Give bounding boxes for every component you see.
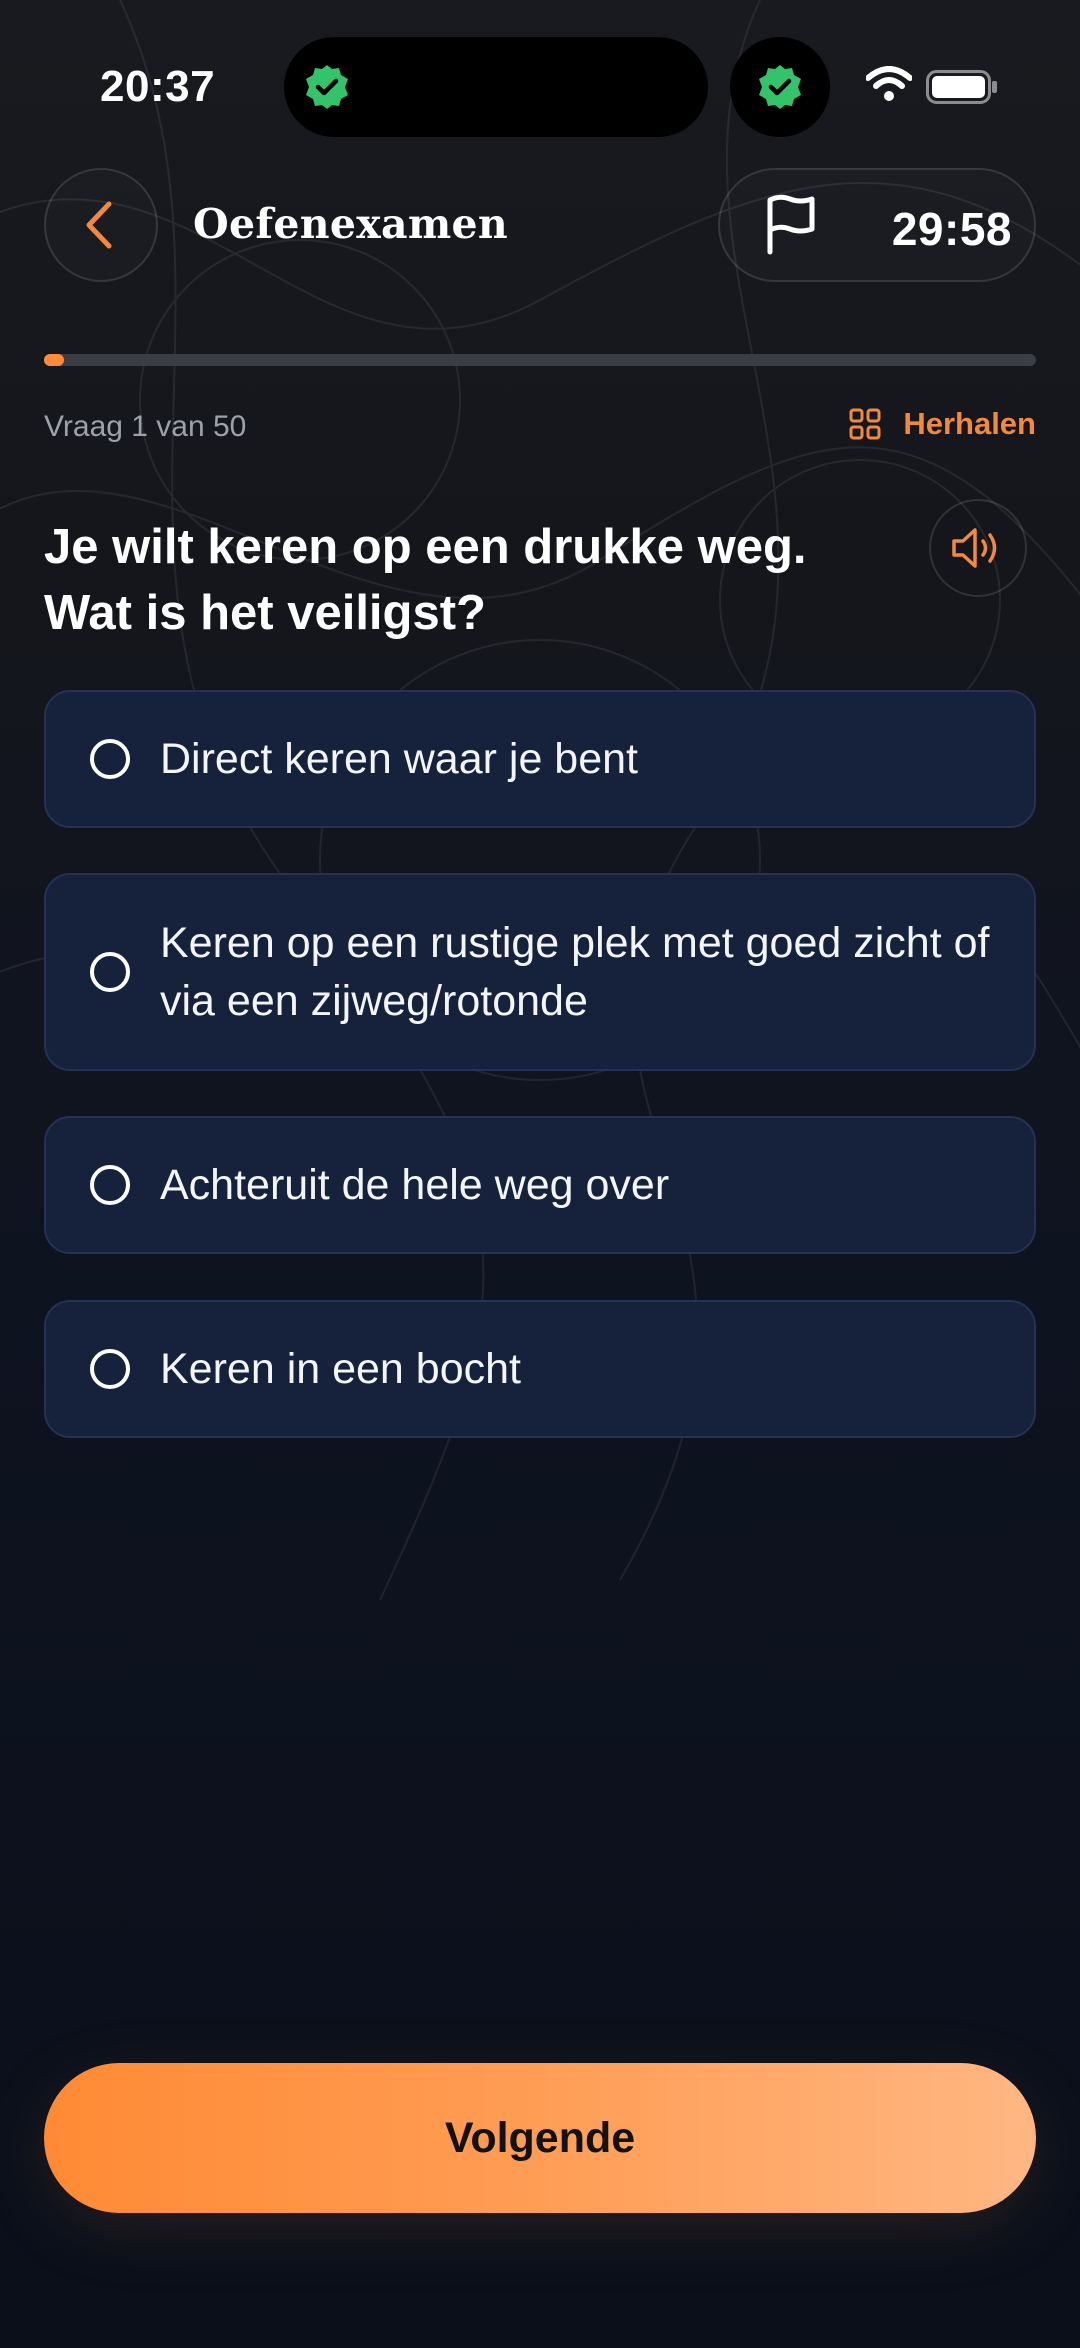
wifi-icon [866, 66, 912, 101]
radio-button[interactable] [90, 739, 130, 779]
flag-button[interactable] [758, 192, 824, 258]
answer-option[interactable]: Keren in een bocht [44, 1300, 1036, 1438]
radio-button[interactable] [90, 1349, 130, 1389]
exam-timer: 29:58 [891, 203, 1012, 255]
progress-bar [44, 354, 1036, 366]
question-text: Je wilt keren op een drukke weg. Wat is … [44, 520, 807, 640]
next-button[interactable]: Volgende [44, 2063, 1036, 2213]
battery-icon [926, 70, 997, 104]
radio-button[interactable] [90, 952, 130, 992]
repeat-button[interactable]: Herhalen [849, 406, 1036, 442]
verified-shield-icon [759, 65, 801, 109]
status-time: 20:37 [100, 62, 216, 111]
answer-option[interactable]: Achteruit de hele weg over [44, 1116, 1036, 1254]
repeat-label: Herhalen [903, 406, 1036, 441]
flag-icon [767, 194, 815, 255]
question-counter: Vraag 1 van 50 [44, 410, 247, 443]
chevron-left-icon [86, 201, 112, 249]
speaker-icon [952, 528, 997, 568]
back-button[interactable] [44, 168, 158, 282]
page-title: Oefenexamen [193, 200, 509, 248]
exam-screen: 20:37 Oefenexamen 29:58 Vraag 1 van 50 H… [0, 0, 1080, 2348]
read-aloud-button[interactable] [929, 499, 1027, 597]
radio-button[interactable] [90, 1165, 130, 1205]
answer-option-label: Keren in een bocht [160, 1345, 521, 1393]
answer-option[interactable]: Keren op een rustige plek met goed zicht… [44, 873, 1036, 1071]
verified-shield-icon [306, 65, 348, 109]
grid-icon [849, 408, 881, 440]
answer-option-label: Achteruit de hele weg over [160, 1161, 670, 1209]
exam-controls: 29:58 [718, 168, 1036, 282]
progress-bar-fill [44, 354, 64, 366]
answer-option[interactable]: Direct keren waar je bent [44, 690, 1036, 828]
answer-option-label: Keren op een rustige plek met goed zicht… [160, 919, 990, 1025]
answer-option-label: Direct keren waar je bent [160, 735, 638, 783]
